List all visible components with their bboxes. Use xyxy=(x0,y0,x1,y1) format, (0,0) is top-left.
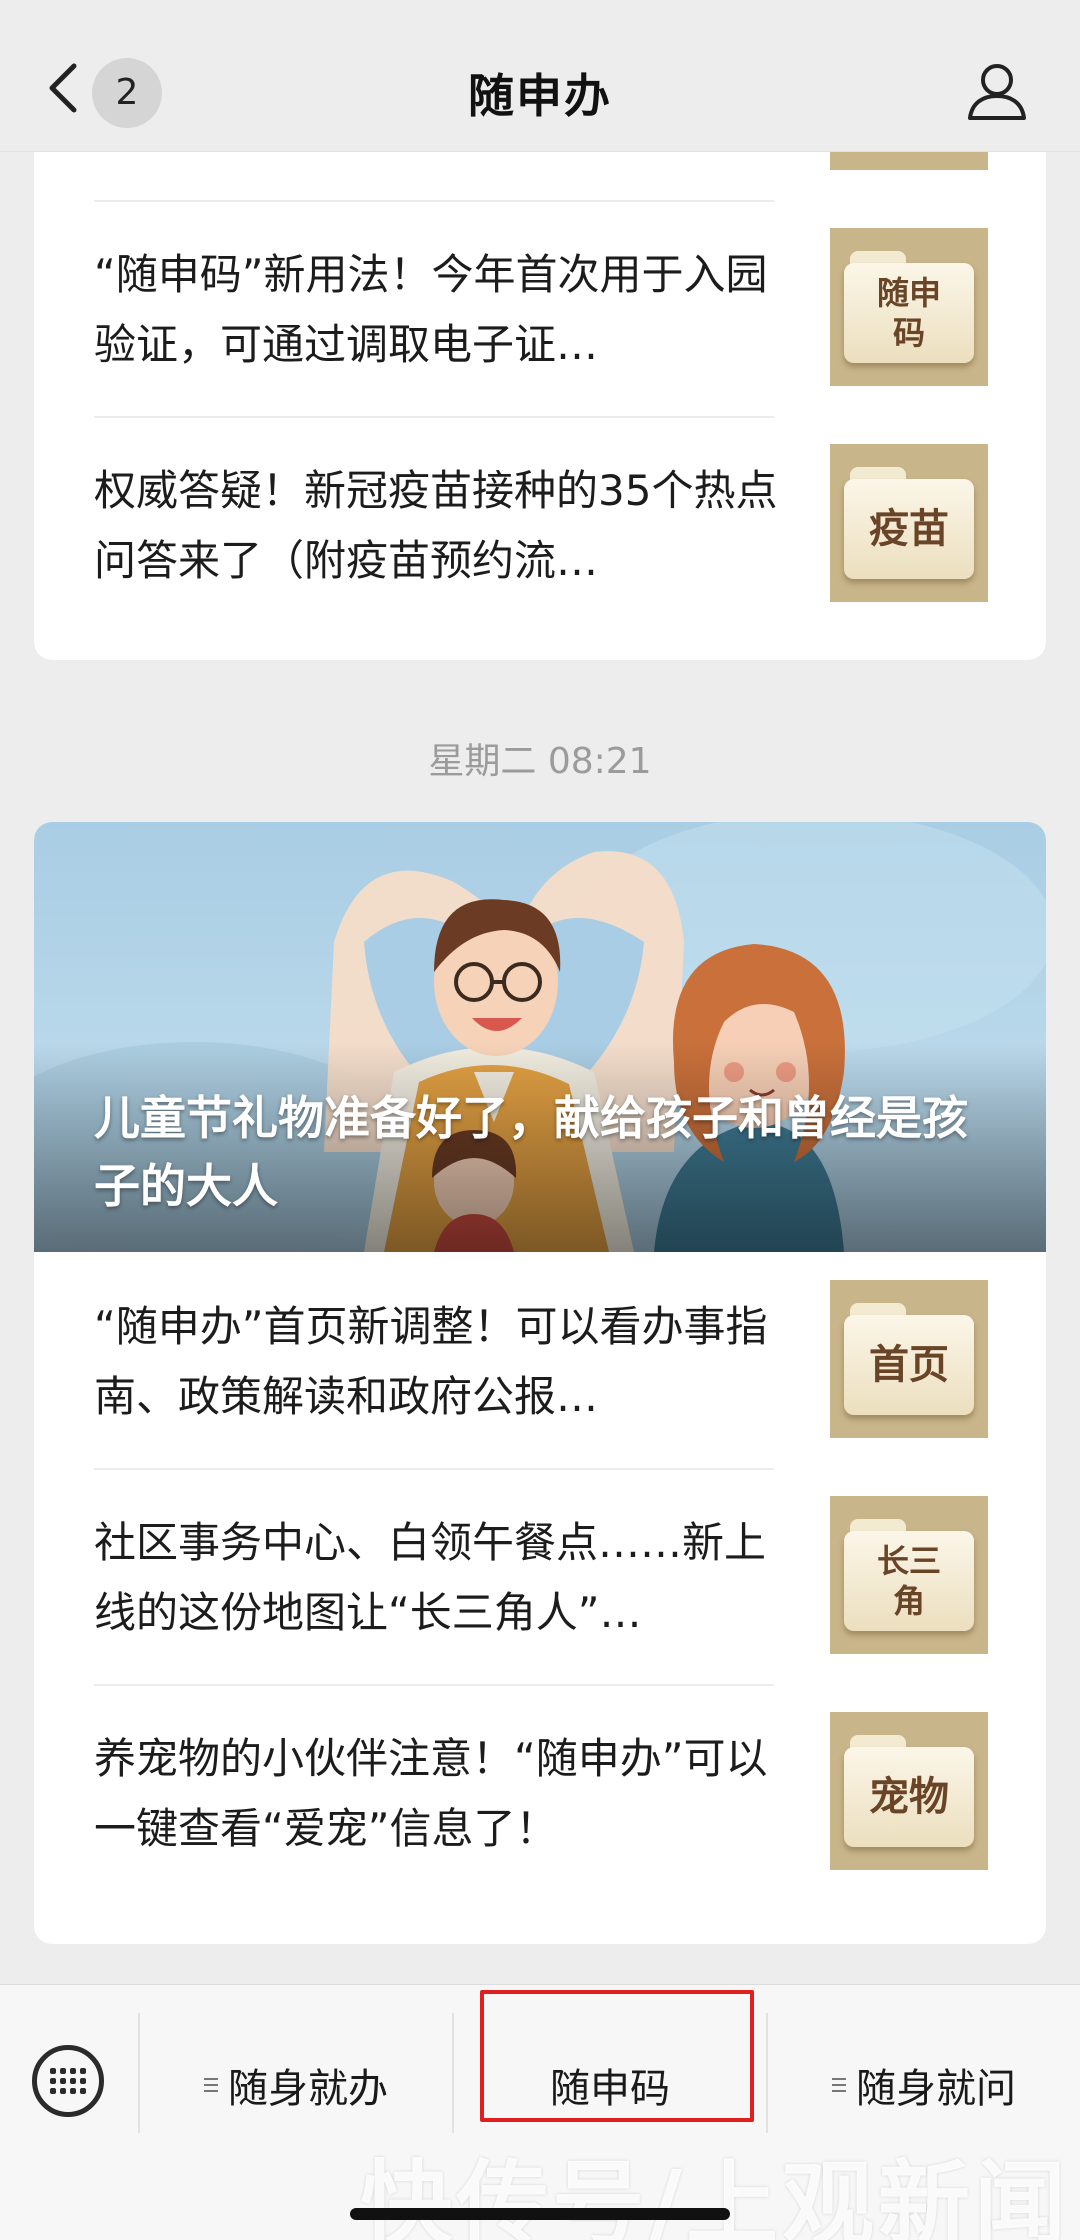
list-item[interactable]: 权威答疑！新冠疫苗接种的35个热点问答来了（附疫苗预约流… 疫苗 xyxy=(94,416,988,632)
menu-item-suishen-jiuwen[interactable]: 随身就问 xyxy=(768,2025,1080,2145)
article-title: 权威答疑！新冠疫苗接种的35个热点问答来了（附疫苗预约流… xyxy=(94,466,778,585)
article-title: “随申办”首页新调整！可以看办事指南、政策解读和政府公报… xyxy=(94,1302,768,1421)
list-item[interactable]: “随申码”新用法！今年首次用于入园验证，可通过调取电子证… 随申码 xyxy=(94,200,988,416)
keyboard-toggle-button[interactable] xyxy=(32,2045,104,2117)
folder-icon: 宠物 xyxy=(844,1735,974,1847)
watermark: 快传号/上观新闻 xyxy=(360,2151,1070,2240)
message-card-2: 儿童节礼物准备好了，献给孩子和曾经是孩子的大人 “随申办”首页新调整！可以看办事… xyxy=(34,822,1046,1944)
keyboard-icon xyxy=(50,2068,86,2094)
divider xyxy=(94,416,774,418)
thumbnail-label: 随申码 xyxy=(844,263,974,363)
profile-button[interactable] xyxy=(964,58,1030,124)
thumbnail-label: 首页 xyxy=(844,1315,974,1415)
article-thumbnail: 随申码 xyxy=(830,228,988,386)
article-thumbnail: 宠物 xyxy=(830,1712,988,1870)
menu-lines-icon xyxy=(832,2074,846,2096)
article-thumbnail: 首页 xyxy=(830,1280,988,1438)
menu-item-label: 随身就办 xyxy=(228,2066,388,2112)
thumbnail-fragment xyxy=(830,150,988,170)
article-thumbnail: 疫苗 xyxy=(830,444,988,602)
folder-icon: 疫苗 xyxy=(844,467,974,579)
home-indicator[interactable] xyxy=(350,2208,730,2220)
list-item[interactable]: 养宠物的小伙伴注意！“随申办”可以一键查看“爱宠”信息了！ 宠物 xyxy=(94,1684,988,1900)
folder-icon: 长三角 xyxy=(844,1519,974,1631)
thumbnail-label: 宠物 xyxy=(844,1747,974,1847)
article-thumbnail: 长三角 xyxy=(830,1496,988,1654)
article-title: “随申码”新用法！今年首次用于入园验证，可通过调取电子证… xyxy=(94,250,768,369)
highlight-annotation xyxy=(480,1990,754,2122)
divider xyxy=(94,200,774,202)
folder-icon: 随申码 xyxy=(844,251,974,363)
nav-header: 2 随申办 xyxy=(0,0,1080,152)
hero-title: 儿童节礼物准备好了，献给孩子和曾经是孩子的大人 xyxy=(94,1091,968,1213)
page-title: 随申办 xyxy=(468,69,612,123)
thumbnail-label: 长三角 xyxy=(844,1531,974,1631)
message-timestamp: 星期二 08:21 xyxy=(428,741,652,782)
profile-icon xyxy=(968,64,1026,120)
hero-article[interactable]: 儿童节礼物准备好了，献给孩子和曾经是孩子的大人 xyxy=(34,822,1046,1252)
thumbnail-label: 疫苗 xyxy=(844,479,974,579)
menu-item-suishen-jiuban[interactable]: 随身就办 xyxy=(140,2025,452,2145)
message-card-1: “随申码”新用法！今年首次用于入园验证，可通过调取电子证… 随申码 权威答疑！新… xyxy=(34,100,1046,660)
menu-item-label: 随身就问 xyxy=(856,2066,1016,2112)
list-item[interactable]: “随申办”首页新调整！可以看办事指南、政策解读和政府公报… 首页 xyxy=(94,1252,988,1468)
folder-icon: 首页 xyxy=(844,1303,974,1415)
article-title: 养宠物的小伙伴注意！“随申办”可以一键查看“爱宠”信息了！ xyxy=(94,1734,768,1853)
divider xyxy=(94,1684,774,1686)
divider xyxy=(94,1468,774,1470)
article-title: 社区事务中心、白领午餐点……新上线的这份地图让“长三角人”… xyxy=(94,1518,767,1637)
list-item[interactable]: 社区事务中心、白领午餐点……新上线的这份地图让“长三角人”… 长三角 xyxy=(94,1468,988,1684)
menu-lines-icon xyxy=(204,2074,218,2096)
